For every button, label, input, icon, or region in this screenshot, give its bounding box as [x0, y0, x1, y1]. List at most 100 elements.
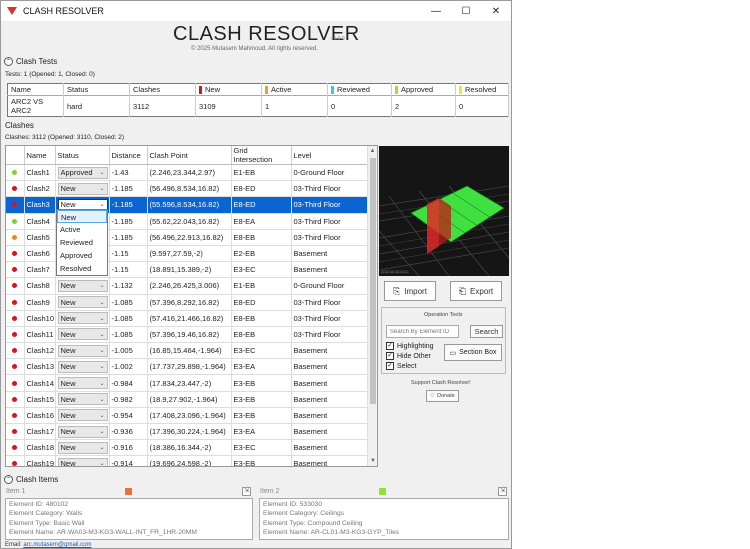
- status-select[interactable]: New ⌄: [57, 328, 108, 341]
- export-button[interactable]: ⎗ Export: [450, 281, 502, 301]
- item2-select-icon[interactable]: ⇲: [498, 487, 507, 496]
- status-value: New: [60, 443, 76, 453]
- clashes-grid[interactable]: Name Status Distance Clash Point Grid In…: [5, 145, 378, 467]
- status-select[interactable]: New ⌄: [57, 441, 108, 454]
- hide-other-checkbox[interactable]: ✓: [386, 352, 394, 360]
- operation-tools-panel: Operation Tools Search ✓ Highlighting ✓ …: [381, 307, 506, 374]
- close-button[interactable]: ✕: [481, 1, 511, 21]
- item1-select-icon[interactable]: ⇲: [242, 487, 251, 496]
- clash-status-dot-cell: [6, 213, 25, 230]
- clash-row[interactable]: Clash19 New ⌄ -0.914 (19.696,24.598,-2) E3-EB…: [6, 455, 368, 466]
- clashes-scrollbar[interactable]: ▲ ▼: [367, 146, 377, 466]
- search-button[interactable]: Search: [470, 325, 503, 338]
- col-level[interactable]: Level: [291, 146, 368, 165]
- select-option[interactable]: ✓ Select: [386, 362, 416, 370]
- email-link[interactable]: arc.mutasem@gmail.com: [23, 542, 91, 548]
- test-row[interactable]: ARC2 VS ARC2 hard 3112 3109 1 0 2 0: [7, 95, 509, 117]
- clash-distance: -1.005: [109, 342, 148, 360]
- clash-name: Clash1: [24, 164, 56, 182]
- scroll-thumb[interactable]: [370, 158, 376, 404]
- col-clash-status[interactable]: Status: [55, 146, 110, 165]
- 3d-preview-view[interactable]: ДОДОДОДОДОД: [379, 146, 509, 276]
- minimize-button[interactable]: —: [421, 1, 451, 21]
- select-checkbox[interactable]: ✓: [386, 362, 394, 370]
- item1-type: Element Type: Basic Wall: [9, 519, 85, 527]
- status-option[interactable]: Reviewed: [57, 236, 107, 249]
- highlighting-checkbox[interactable]: ✓: [386, 342, 394, 350]
- clash-row[interactable]: Clash10 New ⌄ -1.085 (57.416,21.466,16.82) E8…: [6, 310, 368, 327]
- section-box-button[interactable]: ▭ Section Box: [444, 344, 502, 361]
- clash-status-dot-cell: [6, 342, 25, 360]
- clash-distance: -1.15: [109, 245, 148, 263]
- clash-status-cell: New ⌄: [55, 374, 110, 392]
- col-distance[interactable]: Distance: [109, 146, 148, 165]
- col-dot: [6, 146, 25, 165]
- clash-row[interactable]: Clash12 New ⌄ -1.005 (16.85,15.464,-1.964) E3…: [6, 342, 368, 360]
- clash-row[interactable]: Clash13 New ⌄ -1.002 (17.737,29.898,-1.964) E…: [6, 358, 368, 376]
- status-select[interactable]: New ⌄: [57, 425, 108, 438]
- clash-row[interactable]: Clash16 New ⌄ -0.954 (17.408,23.096,-1.964) E…: [6, 407, 368, 425]
- clash-tests-header[interactable]: ⌃ Clash Tests: [4, 57, 57, 66]
- clash-status-dot-cell: [6, 358, 25, 376]
- resolved-color-swatch: [459, 86, 462, 95]
- status-select[interactable]: New ⌄: [57, 409, 108, 422]
- clash-status-dot-cell: [6, 391, 25, 408]
- clash-grid: E1-EB: [231, 277, 292, 295]
- clash-row[interactable]: Clash1 Approved ⌄ -1.43 (2.246,23.344,2.97) E…: [6, 164, 368, 182]
- approved-color-swatch: [395, 86, 398, 95]
- clash-row[interactable]: Clash15 New ⌄ -0.982 (18.9,27.902,-1.964) E3-…: [6, 391, 368, 408]
- col-new: New: [195, 83, 262, 96]
- clash-status-dot-cell: [6, 423, 25, 441]
- status-select[interactable]: New ⌄: [57, 182, 108, 195]
- hide-other-option[interactable]: ✓ Hide Other: [386, 352, 431, 360]
- col-grid-intersection[interactable]: Grid Intersection: [231, 146, 292, 165]
- donate-button[interactable]: ♡ Donate: [426, 390, 459, 402]
- highlighting-label: Highlighting: [397, 342, 434, 350]
- clash-distance: -1.43: [109, 164, 148, 182]
- clash-row[interactable]: Clash9 New ⌄ -1.085 (57.396,8.292,16.82) E8-E…: [6, 294, 368, 311]
- status-dot-icon: [12, 251, 18, 257]
- col-clash-name[interactable]: Name: [24, 146, 56, 165]
- status-select[interactable]: New ⌄: [57, 377, 108, 390]
- test-name: ARC2 VS ARC2: [7, 95, 64, 117]
- clash-grid: E8-ED: [231, 294, 292, 311]
- status-option[interactable]: Active: [57, 223, 107, 236]
- scroll-down-icon[interactable]: ▼: [368, 456, 377, 466]
- status-dropdown-list[interactable]: New Active Reviewed Approved Resolved: [56, 209, 108, 276]
- status-dot-icon: [12, 186, 18, 192]
- status-option[interactable]: Approved: [57, 249, 107, 262]
- status-select[interactable]: New ⌄: [57, 296, 108, 309]
- status-select[interactable]: New ⌄: [57, 360, 108, 373]
- status-select[interactable]: New ⌄: [57, 457, 108, 466]
- status-select[interactable]: New ⌄: [57, 393, 108, 406]
- status-value: New: [60, 184, 76, 194]
- clash-status-cell: New ⌄: [55, 407, 110, 425]
- clash-items-header[interactable]: ⌃ Clash Items: [4, 475, 58, 484]
- clash-row[interactable]: Clash18 New ⌄ -0.916 (18.386,16.344,-2) E3-EC…: [6, 439, 368, 457]
- element-id-search-input[interactable]: [386, 325, 459, 338]
- status-dot-icon: [12, 283, 18, 289]
- clash-point: (55.596,8.534,16.82): [147, 196, 232, 214]
- clash-name: Clash3: [24, 196, 56, 214]
- import-button[interactable]: ⎘ Import: [384, 281, 436, 301]
- status-select[interactable]: Approved ⌄: [57, 166, 108, 179]
- status-select[interactable]: New ⌄: [57, 312, 108, 325]
- status-option[interactable]: New: [57, 210, 107, 223]
- status-option[interactable]: Resolved: [57, 262, 107, 275]
- status-select[interactable]: New ⌄: [57, 344, 108, 357]
- clash-row[interactable]: Clash2 New ⌄ -1.185 (56.496,8.534,16.82) E8-E…: [6, 180, 368, 198]
- collapse-icon[interactable]: ⌃: [4, 475, 13, 484]
- clash-status-cell: New ⌄: [55, 294, 110, 311]
- clash-row[interactable]: Clash11 New ⌄ -1.085 (57.396,19.46,16.82) E8-…: [6, 326, 368, 344]
- scroll-up-icon[interactable]: ▲: [368, 146, 377, 156]
- clash-row[interactable]: Clash14 New ⌄ -0.984 (17.834,23.447,-2) E3-EB…: [6, 374, 368, 392]
- status-dot-icon: [12, 412, 18, 418]
- collapse-icon[interactable]: ⌃: [4, 57, 13, 66]
- highlighting-option[interactable]: ✓ Highlighting: [386, 342, 434, 350]
- col-clash-point[interactable]: Clash Point: [147, 146, 232, 165]
- clash-row[interactable]: Clash8 New ⌄ -1.132 (2.246,26.425,3.006) E1-E…: [6, 277, 368, 295]
- maximize-button[interactable]: ☐: [451, 1, 481, 21]
- clash-status-cell: New ⌄: [55, 277, 110, 295]
- status-select[interactable]: New ⌄: [57, 279, 108, 292]
- clash-row[interactable]: Clash17 New ⌄ -0.936 (17.396,30.224,-1.964) E…: [6, 423, 368, 441]
